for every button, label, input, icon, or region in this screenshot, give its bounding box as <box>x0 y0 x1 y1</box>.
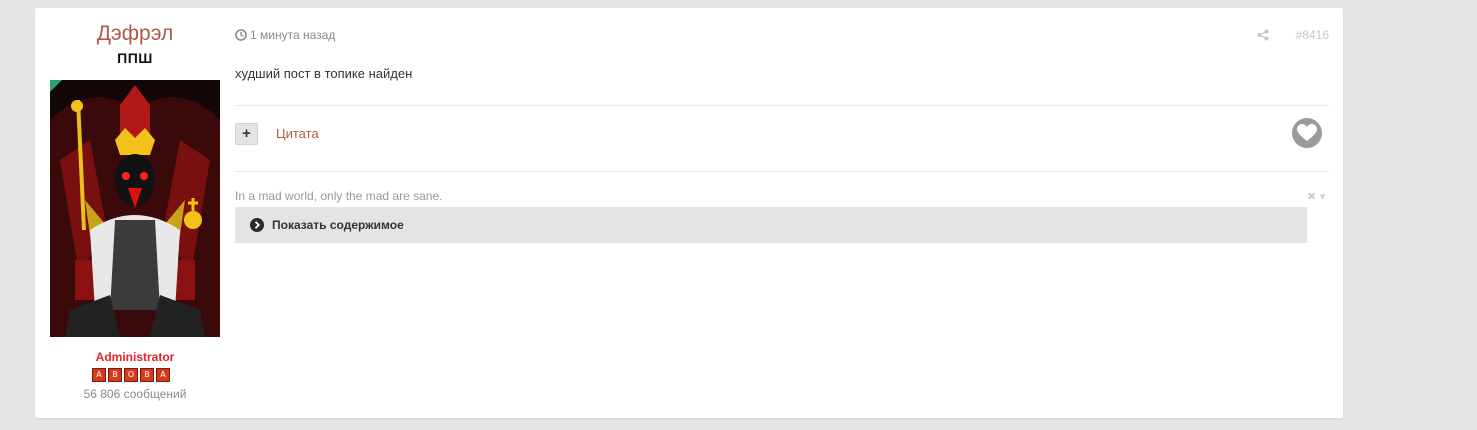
avatar-image <box>50 80 220 337</box>
author-group: Administrator <box>95 350 175 364</box>
online-indicator <box>50 80 62 92</box>
author-panel: Дэфрэл ППШ Administrator А В О В А 56 80… <box>35 8 235 418</box>
clock-icon <box>235 29 247 41</box>
divider <box>235 105 1329 106</box>
post-card: Дэфрэл ППШ Administrator А В О В А 56 80… <box>35 8 1343 418</box>
multiquote-button[interactable]: + <box>235 123 258 145</box>
signature-controls[interactable]: ✖ ▾ <box>1307 190 1325 203</box>
spoiler-toggle[interactable]: Показать содержимое <box>235 207 1307 243</box>
author-username[interactable]: Дэфрэл <box>35 22 235 46</box>
rank-pip: А <box>156 368 170 382</box>
spoiler-label: Показать содержимое <box>272 218 404 232</box>
rank-pip: В <box>108 368 122 382</box>
share-icon[interactable] <box>1257 29 1269 41</box>
rank-pip: В <box>140 368 154 382</box>
post-content: худший пост в топике найден <box>235 66 413 81</box>
quote-button[interactable]: Цитата <box>276 126 319 141</box>
post-timestamp[interactable]: 1 минута назад <box>250 28 335 42</box>
post-id-link[interactable]: #8416 <box>1296 28 1329 42</box>
author-title: ППШ <box>117 50 153 66</box>
author-post-count[interactable]: 56 806 сообщений <box>35 387 235 401</box>
heart-icon <box>1297 124 1317 141</box>
post-meta: 1 минута назад #8416 <box>235 28 1329 44</box>
like-button[interactable] <box>1292 118 1322 148</box>
signature-text: In a mad world, only the mad are sane. <box>235 189 443 203</box>
rank-badges: А В О В А <box>92 368 170 382</box>
divider <box>235 171 1329 172</box>
rank-pip: О <box>124 368 138 382</box>
author-avatar[interactable] <box>50 80 220 337</box>
rank-pip: А <box>92 368 106 382</box>
chevron-right-circle-icon <box>250 218 264 232</box>
